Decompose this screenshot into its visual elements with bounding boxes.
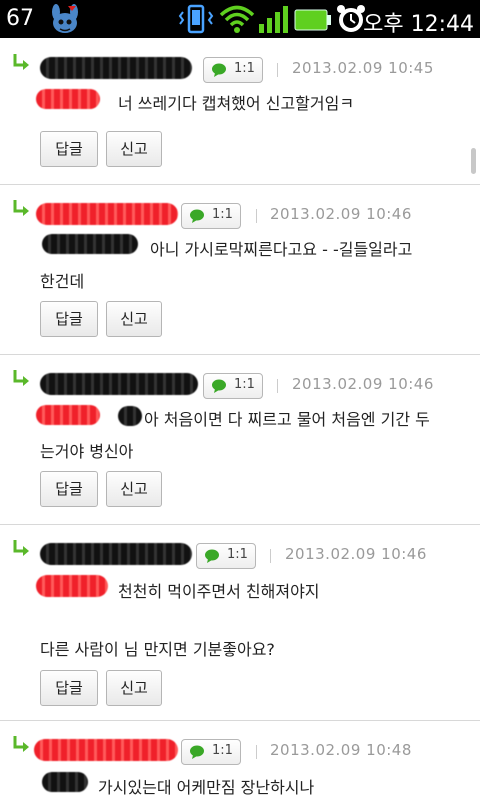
comment-text-line1: 아니 가시로막찌른다고요 - -길들일라고 [150,240,413,259]
comment-item: 1:1 2013.02.09 10:46 천천히 먹이주면서 친해져야지 다른 … [0,524,480,721]
comment-text-line2: 는거야 병신아 [40,442,134,461]
one-to-one-badge[interactable]: 1:1 [203,57,263,83]
comment-item: 1:1 2013.02.09 10:46 아니 가시로막찌른다고요 - -길들일… [0,184,480,355]
one-to-one-badge[interactable]: 1:1 [196,543,256,569]
badge-label: 1:1 [212,743,233,758]
comment-text: 너 쓰레기다 캡쳐했어 신고할거임ㅋ [118,94,355,113]
redacted-reply-target [36,405,100,425]
report-button[interactable]: 신고 [106,670,162,706]
redacted-reply-target [42,234,138,254]
report-button[interactable]: 신고 [106,131,162,167]
scrollbar-thumb[interactable] [471,148,476,174]
redacted-word [118,406,142,426]
mascot-icon [52,4,78,33]
comment-list[interactable]: 1:1 2013.02.09 10:45 너 쓰레기다 캡쳐했어 신고할거임ㅋ … [0,38,480,800]
reply-button[interactable]: 답글 [40,131,98,167]
reply-arrow-icon [13,540,29,556]
one-to-one-badge[interactable]: 1:1 [203,373,263,399]
redacted-reply-target [36,575,108,597]
comment-date: 2013.02.09 10:46 [292,375,434,393]
chat-bubble-icon [190,745,204,759]
report-button[interactable]: 신고 [106,301,162,337]
comment-item: 1:1 2013.02.09 10:45 너 쓰레기다 캡쳐했어 신고할거임ㅋ … [0,38,480,185]
comment-text-line2: 다른 사람이 님 만지면 기분좋아요? [40,640,275,659]
reply-button[interactable]: 답글 [40,670,98,706]
battery-icon [294,9,331,31]
comment-date: 2013.02.09 10:48 [270,741,412,759]
comment-text-line2: 한건데 [40,272,85,291]
reply-arrow-icon [13,736,29,752]
reply-arrow-icon [13,54,29,70]
comment-text-line1: 천천히 먹이주면서 친해져야지 [118,582,320,601]
redacted-author-name [34,739,178,761]
one-to-one-badge[interactable]: 1:1 [181,739,241,765]
redacted-author-name [36,203,178,225]
badge-label: 1:1 [234,377,255,392]
notification-count: 67 [6,6,34,31]
divider [256,745,257,759]
wifi-icon [219,5,255,33]
status-bar: 67 오후 12:44 [0,0,480,38]
redacted-reply-target [36,89,100,109]
comment-date: 2013.02.09 10:46 [285,545,427,563]
divider [256,209,257,223]
badge-label: 1:1 [212,207,233,222]
comment-date: 2013.02.09 10:46 [270,205,412,223]
redacted-author-name [40,543,192,565]
redacted-author-name [40,57,192,79]
vibrate-icon [178,4,214,34]
reply-button[interactable]: 답글 [40,471,98,507]
one-to-one-badge[interactable]: 1:1 [181,203,241,229]
reply-arrow-icon [13,200,29,216]
reply-button[interactable]: 답글 [40,301,98,337]
divider [277,379,278,393]
comment-date: 2013.02.09 10:45 [292,59,434,77]
comment-item: 1:1 2013.02.09 10:48 가시있는대 어케만짐 장난하시나 [0,720,480,800]
chat-bubble-icon [190,209,204,223]
badge-label: 1:1 [234,61,255,76]
divider [277,63,278,77]
chat-bubble-icon [212,63,226,77]
redacted-reply-target [42,772,88,792]
chat-bubble-icon [212,379,226,393]
signal-icon [259,6,288,33]
comment-text-line1: 아 처음이면 다 찌르고 물어 처음엔 기간 두 [144,410,430,429]
redacted-author-name [40,373,198,395]
reply-arrow-icon [13,370,29,386]
chat-bubble-icon [205,549,219,563]
divider [270,549,271,563]
badge-label: 1:1 [227,547,248,562]
comment-text: 가시있는대 어케만짐 장난하시나 [98,778,315,797]
report-button[interactable]: 신고 [106,471,162,507]
clock-time: 오후 12:44 [363,12,474,37]
comment-item: 1:1 2013.02.09 10:46 아 처음이면 다 찌르고 물어 처음엔… [0,354,480,525]
